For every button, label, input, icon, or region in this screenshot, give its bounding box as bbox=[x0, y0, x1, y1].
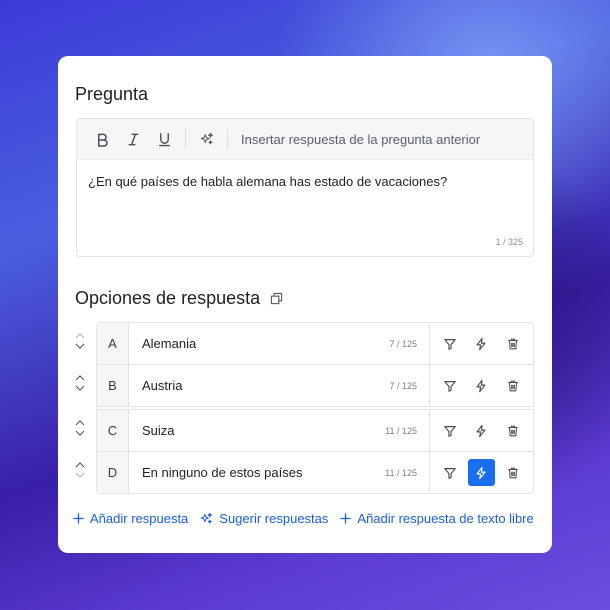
option-actions bbox=[429, 323, 533, 364]
add-free-text-link[interactable]: Añadir respuesta de texto libre bbox=[340, 511, 534, 526]
option-char-count: 11 / 125 bbox=[385, 467, 417, 478]
lightning-icon[interactable] bbox=[468, 372, 495, 399]
lightning-icon[interactable] bbox=[468, 330, 495, 357]
chevron-up-icon[interactable] bbox=[75, 462, 85, 468]
question-card: Pregunta Insertar respuesta de la pregun… bbox=[58, 56, 552, 553]
answer-option-row: B Austria 7 / 125 bbox=[96, 364, 534, 407]
option-input[interactable]: Austria 7 / 125 bbox=[129, 365, 429, 406]
option-letter: C bbox=[97, 410, 129, 451]
option-char-count: 7 / 125 bbox=[389, 380, 417, 391]
option-actions bbox=[429, 410, 533, 451]
option-label[interactable]: En ninguno de estos países bbox=[142, 465, 302, 480]
add-free-text-label: Añadir respuesta de texto libre bbox=[357, 511, 534, 526]
reorder-arrows bbox=[73, 462, 87, 478]
option-input[interactable]: En ninguno de estos países 11 / 125 bbox=[129, 452, 429, 493]
option-char-count: 11 / 125 bbox=[385, 425, 417, 436]
filter-icon[interactable] bbox=[436, 372, 463, 399]
toolbar-divider bbox=[185, 129, 186, 149]
question-editor[interactable]: Insertar respuesta de la pregunta anteri… bbox=[76, 118, 534, 257]
reorder-arrows bbox=[73, 420, 87, 436]
filter-icon[interactable] bbox=[436, 417, 463, 444]
trash-icon[interactable] bbox=[500, 372, 527, 399]
trash-icon[interactable] bbox=[500, 330, 527, 357]
sparkles-icon bbox=[201, 512, 213, 524]
chevron-down-icon[interactable] bbox=[75, 472, 85, 478]
chevron-up-icon[interactable] bbox=[75, 333, 85, 339]
option-input[interactable]: Suiza 11 / 125 bbox=[129, 410, 429, 451]
chevron-down-icon[interactable] bbox=[75, 430, 85, 436]
option-label[interactable]: Austria bbox=[142, 378, 182, 393]
chevron-up-icon[interactable] bbox=[75, 420, 85, 426]
option-letter: D bbox=[97, 452, 129, 493]
add-answer-link[interactable]: Añadir respuesta bbox=[73, 511, 188, 526]
option-char-count: 7 / 125 bbox=[389, 338, 417, 349]
question-char-count: 1 / 325 bbox=[495, 237, 523, 247]
reorder-arrows bbox=[73, 375, 87, 391]
sparkles-icon[interactable] bbox=[191, 119, 222, 160]
suggest-answers-label: Sugerir respuestas bbox=[219, 511, 329, 526]
editor-toolbar: Insertar respuesta de la pregunta anteri… bbox=[77, 119, 533, 160]
option-input[interactable]: Alemania 7 / 125 bbox=[129, 323, 429, 364]
option-actions bbox=[429, 365, 533, 406]
trash-icon[interactable] bbox=[500, 459, 527, 486]
question-text[interactable]: ¿En qué países de habla alemana has esta… bbox=[88, 174, 447, 189]
add-answer-label: Añadir respuesta bbox=[90, 511, 189, 526]
chevron-up-icon[interactable] bbox=[75, 375, 85, 381]
plus-icon bbox=[73, 513, 84, 524]
lightning-icon[interactable] bbox=[467, 459, 495, 486]
chevron-down-icon[interactable] bbox=[75, 385, 85, 391]
trash-icon[interactable] bbox=[500, 417, 527, 444]
options-title: Opciones de respuesta bbox=[75, 288, 261, 308]
underline-icon[interactable] bbox=[149, 119, 180, 160]
option-letter: B bbox=[97, 365, 129, 406]
plus-icon bbox=[340, 513, 352, 524]
bold-icon[interactable] bbox=[87, 119, 118, 160]
option-letter: A bbox=[97, 323, 129, 364]
lightning-icon[interactable] bbox=[468, 417, 495, 444]
option-label[interactable]: Suiza bbox=[142, 423, 175, 438]
answer-option-row: D En ninguno de estos países 11 / 125 bbox=[96, 451, 534, 494]
filter-icon[interactable] bbox=[436, 459, 463, 486]
options-header: Opciones de respuesta bbox=[75, 288, 283, 309]
toolbar-divider bbox=[227, 129, 228, 149]
copy-icon[interactable] bbox=[270, 292, 283, 305]
filter-icon[interactable] bbox=[436, 330, 463, 357]
chevron-down-icon[interactable] bbox=[75, 343, 85, 349]
answer-actions: Añadir respuesta Sugerir respuestas Añad… bbox=[73, 511, 534, 526]
reorder-arrows bbox=[73, 333, 87, 349]
question-title: Pregunta bbox=[75, 84, 149, 104]
suggest-answers-link[interactable]: Sugerir respuestas bbox=[200, 511, 328, 526]
option-label[interactable]: Alemania bbox=[142, 336, 196, 351]
insert-previous-answer-button[interactable]: Insertar respuesta de la pregunta anteri… bbox=[241, 132, 480, 147]
italic-icon[interactable] bbox=[118, 119, 149, 160]
option-actions bbox=[429, 452, 533, 493]
answer-option-row: A Alemania 7 / 125 bbox=[96, 322, 534, 365]
answer-option-row: C Suiza 11 / 125 bbox=[96, 409, 534, 452]
